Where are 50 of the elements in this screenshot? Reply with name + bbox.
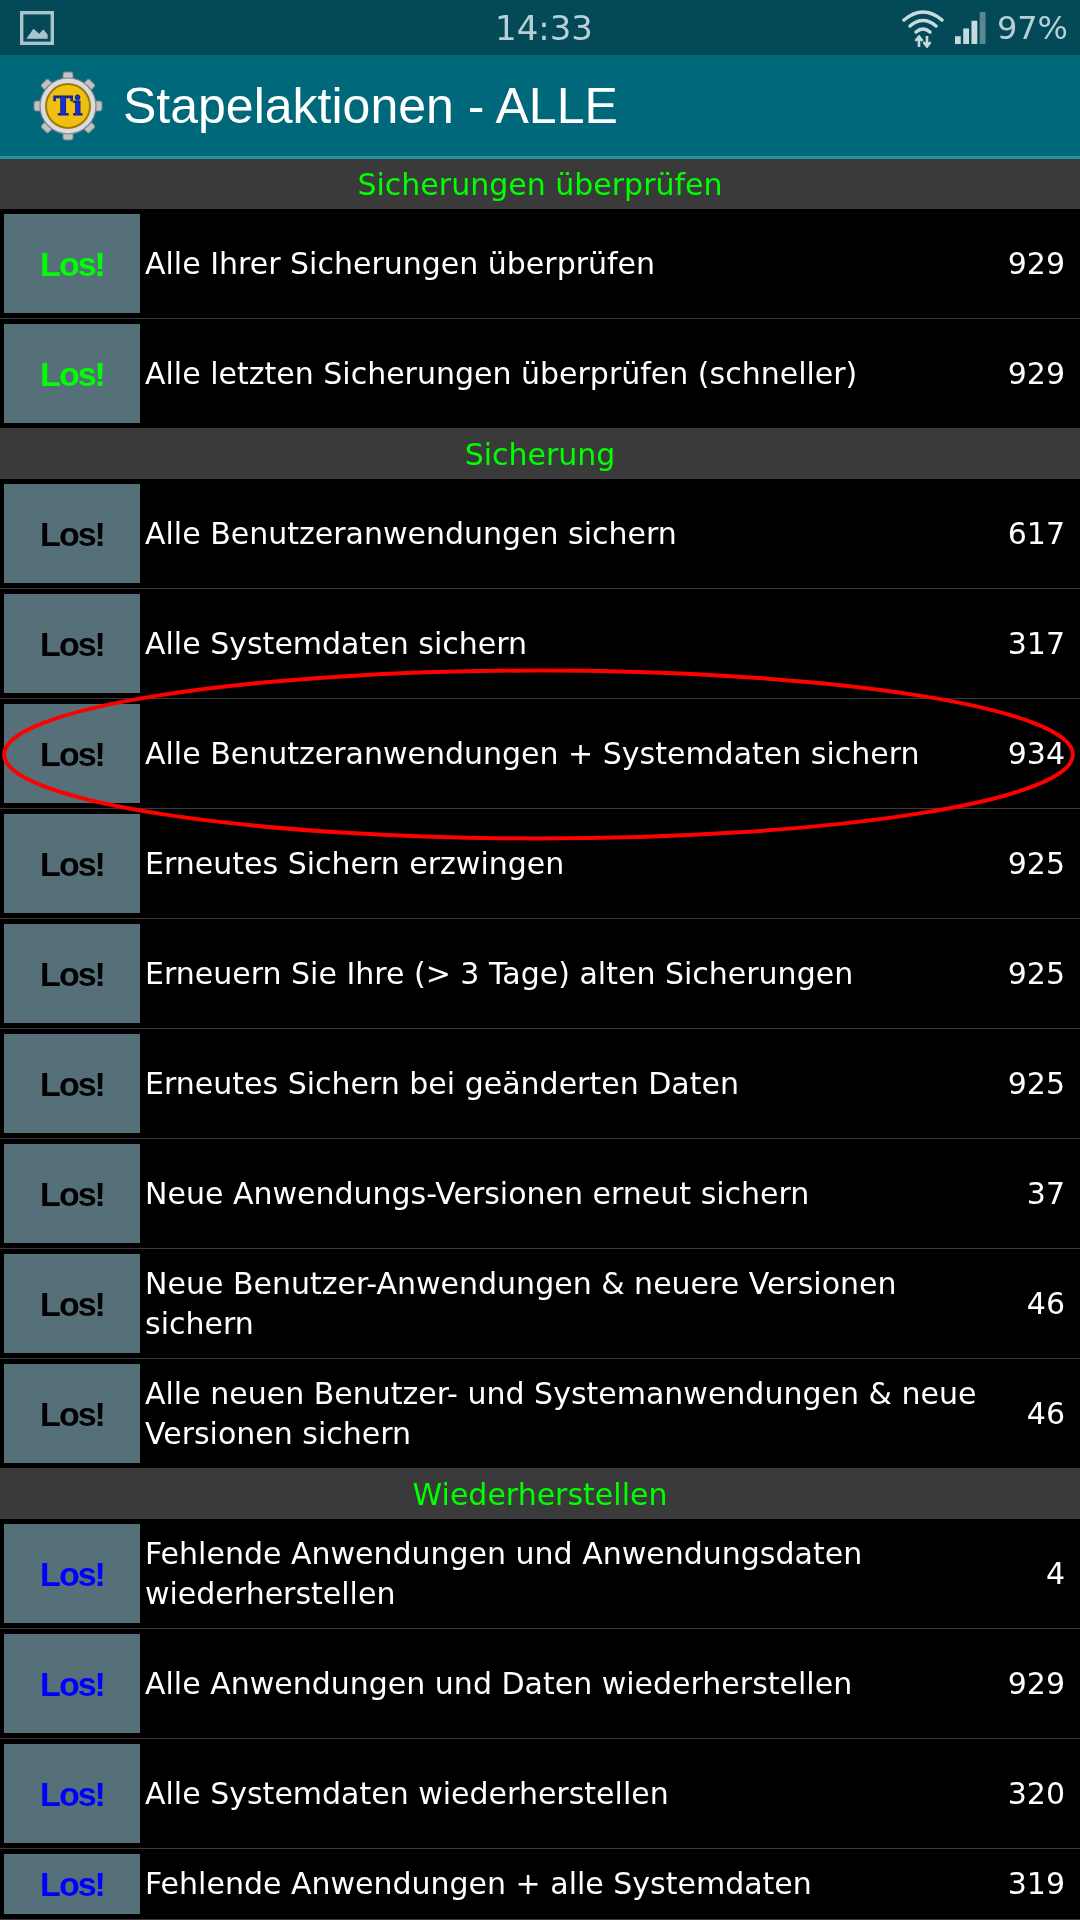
go-button[interactable]: Los! bbox=[4, 924, 140, 1023]
signal-icon bbox=[953, 11, 987, 44]
go-button[interactable]: Los! bbox=[4, 324, 140, 423]
action-label: Neue Anwendungs-Versionen erneut sichern bbox=[145, 1174, 811, 1213]
battery-percentage: 97% bbox=[996, 11, 1068, 44]
go-button[interactable]: Los! bbox=[4, 1364, 140, 1463]
status-time: 14:33 bbox=[495, 10, 593, 45]
item-count: 925 bbox=[1006, 1064, 1065, 1103]
section-header: Sicherungen überprüfen bbox=[0, 159, 1080, 209]
action-label: Alle Systemdaten wiederherstellen bbox=[145, 1774, 670, 1813]
item-count: 319 bbox=[1006, 1865, 1065, 1903]
screen-title: Stapelaktionen - ALLE bbox=[123, 80, 618, 131]
action-label: Alle letzten Sicherungen überprüfen (schneller) bbox=[145, 354, 859, 393]
item-count: 929 bbox=[1006, 354, 1065, 393]
go-button[interactable]: Los! bbox=[4, 214, 140, 313]
item-count: 934 bbox=[1006, 734, 1065, 773]
action-label: Alle Systemdaten sichern bbox=[145, 624, 528, 663]
item-count: 4 bbox=[1044, 1554, 1065, 1593]
item-count: 46 bbox=[1025, 1284, 1065, 1323]
image-icon bbox=[20, 10, 54, 45]
item-count: 617 bbox=[1006, 514, 1065, 553]
go-button[interactable]: Los! bbox=[4, 704, 140, 803]
item-count: 317 bbox=[1006, 624, 1065, 663]
wifi-icon bbox=[901, 7, 944, 48]
action-label: Erneutes Sichern erzwingen bbox=[145, 844, 566, 883]
item-count: 925 bbox=[1006, 844, 1065, 883]
action-label: Alle neuen Benutzer- und Systemanwendungen & neue Versionen sichern bbox=[145, 1374, 978, 1453]
section-header: Sicherung bbox=[0, 429, 1080, 479]
action-label: Fehlende Anwendungen + alle Systemdaten bbox=[145, 1865, 813, 1903]
item-count: 925 bbox=[1006, 954, 1065, 993]
action-label: Alle Anwendungen und Daten wiederherstellen bbox=[145, 1664, 854, 1703]
item-count: 37 bbox=[1025, 1174, 1065, 1213]
go-button[interactable]: Los! bbox=[4, 484, 140, 583]
item-count: 929 bbox=[1006, 244, 1065, 283]
action-label: Fehlende Anwendungen und Anwendungsdaten wiederherstellen bbox=[145, 1534, 864, 1613]
action-label: Alle Benutzeranwendungen + Systemdaten sichern bbox=[145, 734, 921, 773]
go-button[interactable]: Los! bbox=[4, 814, 140, 913]
go-button[interactable]: Los! bbox=[4, 1144, 140, 1243]
action-label: Erneuern Sie Ihre (> 3 Tage) alten Sicherungen bbox=[145, 954, 855, 993]
action-label: Alle Benutzeranwendungen sichern bbox=[145, 514, 678, 553]
action-label: Alle Ihrer Sicherungen überprüfen bbox=[145, 244, 657, 283]
section-header: Wiederherstellen bbox=[0, 1469, 1080, 1519]
item-count: 929 bbox=[1006, 1664, 1065, 1703]
go-button[interactable]: Los! bbox=[4, 1254, 140, 1353]
item-count: 46 bbox=[1025, 1394, 1065, 1433]
action-label: Neue Benutzer-Anwendungen & neuere Versionen sichern bbox=[145, 1264, 898, 1343]
item-count: 320 bbox=[1006, 1774, 1065, 1813]
go-button[interactable]: Los! bbox=[4, 594, 140, 693]
go-button[interactable]: Los! bbox=[4, 1034, 140, 1133]
action-label: Erneutes Sichern bei geänderten Daten bbox=[145, 1064, 740, 1103]
